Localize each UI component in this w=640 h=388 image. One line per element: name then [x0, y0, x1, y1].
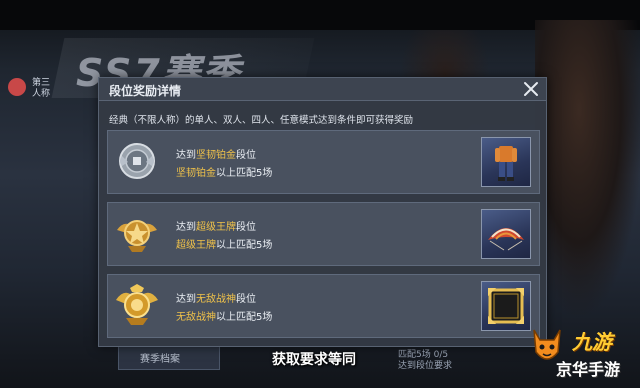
- tier-name: 无敌战神: [196, 294, 236, 305]
- parachute-reward-icon: [488, 228, 524, 251]
- rank-reward-dialog: 段位奖励详情 经典（不限人称）的单人、双人、四人、任意模式达到条件即可获得奖励 …: [98, 77, 547, 347]
- reward-row-conqueror: 达到无敌战神段位 无敌战神以上匹配5场: [107, 274, 540, 338]
- outfit-reward-icon: [495, 146, 517, 181]
- match-progress-line2: 达到段位要求: [398, 361, 453, 371]
- reward-row-ace: 达到超级王牌段位 超级王牌以上匹配5场: [107, 202, 540, 266]
- character-model: [535, 20, 640, 320]
- condition-prefix: 达到: [176, 222, 196, 233]
- reward-row-platinum: 达到坚韧铂金段位 坚韧铂金以上匹配5场: [107, 130, 540, 194]
- match-requirement: 以上匹配5场: [216, 168, 273, 179]
- close-button[interactable]: [522, 80, 540, 98]
- row-condition-line: 达到坚韧铂金段位: [176, 146, 256, 161]
- mode-label: 第三人称: [32, 78, 51, 99]
- condition-prefix: 达到: [176, 150, 196, 161]
- match-progress-text: 匹配5场 0/5 达到段位要求: [398, 350, 452, 372]
- left-mode-panel[interactable]: 第三人称: [4, 38, 54, 136]
- match-requirement: 以上匹配5场: [216, 312, 273, 323]
- conqueror-emblem-icon: [116, 284, 158, 325]
- dialog-header: 段位奖励详情: [99, 78, 546, 101]
- tier-name: 超级王牌: [176, 240, 216, 251]
- row-condition-line: 达到无敌战神段位: [176, 290, 256, 305]
- tier-name: 无敌战神: [176, 312, 216, 323]
- watermark-logo-text: 九游: [572, 330, 612, 354]
- watermark-site-name: 京华手游: [556, 360, 621, 379]
- condition-prefix: 达到: [176, 294, 196, 305]
- mode-icon: [8, 78, 26, 96]
- tier-name: 坚韧铂金: [196, 150, 236, 161]
- reward-slot-outfit[interactable]: [481, 137, 531, 187]
- video-caption: 获取要求等同: [272, 352, 356, 368]
- dialog-title: 段位奖励详情: [109, 84, 182, 98]
- condition-suffix: 段位: [236, 222, 256, 233]
- match-requirement: 以上匹配5场: [216, 240, 273, 251]
- ace-emblem-icon: [117, 220, 157, 252]
- row-match-line: 超级王牌以上匹配5场: [176, 236, 272, 251]
- tier-name: 坚韧铂金: [176, 168, 216, 179]
- dialog-description: 经典（不限人称）的单人、双人、四人、任意模式达到条件即可获得奖励: [109, 115, 414, 126]
- tier-name: 超级王牌: [196, 222, 236, 233]
- reward-slot-avatar-frame[interactable]: [481, 281, 531, 331]
- season-archive-label: 赛季档案: [140, 354, 180, 365]
- close-icon: [524, 82, 538, 96]
- condition-suffix: 段位: [236, 150, 256, 161]
- avatar-frame-reward-icon: [488, 288, 524, 324]
- platinum-emblem-icon: [119, 143, 155, 179]
- row-match-line: 无敌战神以上匹配5场: [176, 308, 272, 323]
- match-progress-line1: 匹配5场 0/5: [398, 350, 449, 360]
- row-condition-line: 达到超级王牌段位: [176, 218, 256, 233]
- row-match-line: 坚韧铂金以上匹配5场: [176, 164, 272, 179]
- condition-suffix: 段位: [236, 294, 256, 305]
- reward-slot-parachute[interactable]: [481, 209, 531, 259]
